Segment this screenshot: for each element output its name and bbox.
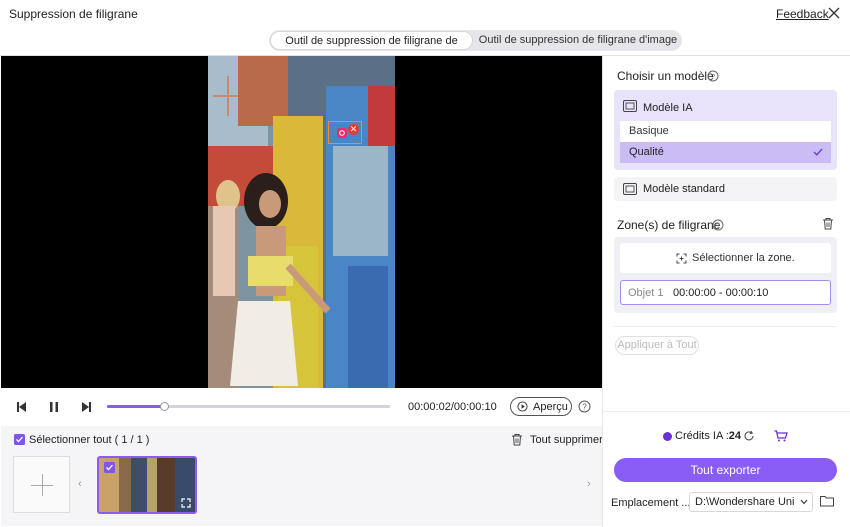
help-icon[interactable]: ?: [707, 70, 719, 82]
folder-icon[interactable]: [820, 495, 834, 507]
add-file-button[interactable]: [13, 456, 70, 513]
export-all-button[interactable]: Tout exporter: [614, 458, 837, 482]
select-zone-button[interactable]: Sélectionner la zone.: [620, 243, 831, 273]
fullscreen-icon[interactable]: [181, 498, 191, 508]
help-icon[interactable]: ?: [578, 400, 591, 413]
video-preview: ✕: [1, 56, 602, 388]
section-divider: [614, 326, 837, 327]
credits-icon: [663, 432, 672, 441]
video-thumbnail[interactable]: [97, 456, 197, 514]
option-qualite[interactable]: Qualité: [620, 142, 831, 163]
scroll-right-icon[interactable]: ›: [587, 478, 591, 490]
instagram-icon: [337, 128, 347, 138]
option-qualite-label: Qualité: [629, 146, 664, 158]
location-value: D:\Wondershare UniCon: [695, 496, 795, 508]
thumbnail-checkbox[interactable]: [104, 462, 115, 473]
trash-icon[interactable]: [822, 217, 834, 230]
feedback-link[interactable]: Feedback: [776, 7, 829, 21]
model-section-title: Choisir un modèle: [617, 69, 714, 83]
preview-label: Aperçu: [533, 401, 568, 413]
credits-label: Crédits IA :: [675, 430, 729, 442]
object-time-range: 00:00:00 - 00:00:10: [673, 287, 769, 299]
tab-video-watermark[interactable]: Outil de suppression de filigrane de vid…: [270, 31, 473, 66]
svg-text:?: ?: [711, 72, 715, 81]
ai-model-card[interactable]: Modèle IA Basique Qualité: [614, 90, 837, 170]
standard-model-label: Modèle standard: [643, 183, 725, 195]
tool-tabs: Outil de suppression de filigrane de vid…: [269, 30, 682, 66]
location-label: Emplacement ...: [611, 497, 691, 509]
delete-all-label: Tout supprimer: [530, 434, 603, 446]
cart-icon[interactable]: [774, 430, 788, 442]
select-zone-label: Sélectionner la zone.: [692, 252, 795, 264]
video-frame: [208, 56, 395, 388]
option-basique[interactable]: Basique: [620, 121, 831, 142]
preview-icon: [517, 401, 528, 412]
pause-icon[interactable]: [46, 399, 62, 415]
file-list-panel: Sélectionner tout ( 1 / 1 ) Tout supprim…: [1, 426, 603, 526]
scroll-left-icon[interactable]: ‹: [78, 478, 82, 490]
select-all-label: Sélectionner tout ( 1 / 1 ): [29, 434, 150, 446]
progress-track[interactable]: [107, 405, 390, 408]
zone-object-row[interactable]: Objet 1 00:00:00 - 00:00:10: [620, 280, 831, 305]
model-icon: [623, 183, 637, 195]
location-select[interactable]: D:\Wondershare UniCon: [689, 492, 813, 512]
previous-frame-icon[interactable]: [15, 399, 31, 415]
ai-model-label: Modèle IA: [643, 102, 693, 114]
svg-text:?: ?: [582, 403, 587, 412]
progress-thumb[interactable]: [159, 402, 169, 411]
time-display: 00:00:02/00:00:10: [408, 401, 497, 413]
zones-box: Sélectionner la zone. Objet 1 00:00:00 -…: [614, 237, 837, 313]
standard-model-card[interactable]: Modèle standard: [614, 177, 837, 201]
checkmark-icon: [813, 148, 823, 156]
model-icon: [623, 100, 637, 112]
object-name: Objet 1: [628, 287, 664, 299]
trash-icon: [512, 434, 522, 446]
help-icon[interactable]: ?: [712, 219, 724, 231]
svg-text:?: ?: [716, 221, 720, 230]
progress-fill: [107, 405, 164, 408]
chevron-down-icon: [800, 499, 808, 505]
select-all-checkbox[interactable]: [14, 434, 25, 445]
app-window: Suppression de filigrane Feedback Outil …: [0, 0, 850, 527]
refresh-icon[interactable]: [743, 430, 755, 442]
footer-divider: [603, 411, 850, 412]
close-icon[interactable]: [826, 5, 842, 21]
playback-controls: 00:00:02/00:00:10 Aperçu ?: [1, 388, 602, 426]
settings-panel: Choisir un modèle ? Modèle IA Basique Qu…: [603, 56, 850, 527]
preview-button[interactable]: Aperçu: [510, 397, 572, 416]
window-title: Suppression de filigrane: [9, 7, 138, 21]
option-basique-label: Basique: [629, 125, 669, 137]
add-zone-icon: [676, 253, 687, 264]
credits-value: 24: [728, 430, 742, 442]
title-bar: Suppression de filigrane Feedback: [0, 0, 850, 28]
apply-all-button[interactable]: Appliquer à Tout: [615, 336, 699, 355]
next-frame-icon[interactable]: [77, 399, 93, 415]
tab-image-watermark[interactable]: Outil de suppression de filigrane d'imag…: [474, 30, 682, 51]
remove-selection-icon[interactable]: ✕: [348, 124, 359, 135]
zones-section-title: Zone(s) de filigrane: [617, 218, 721, 232]
